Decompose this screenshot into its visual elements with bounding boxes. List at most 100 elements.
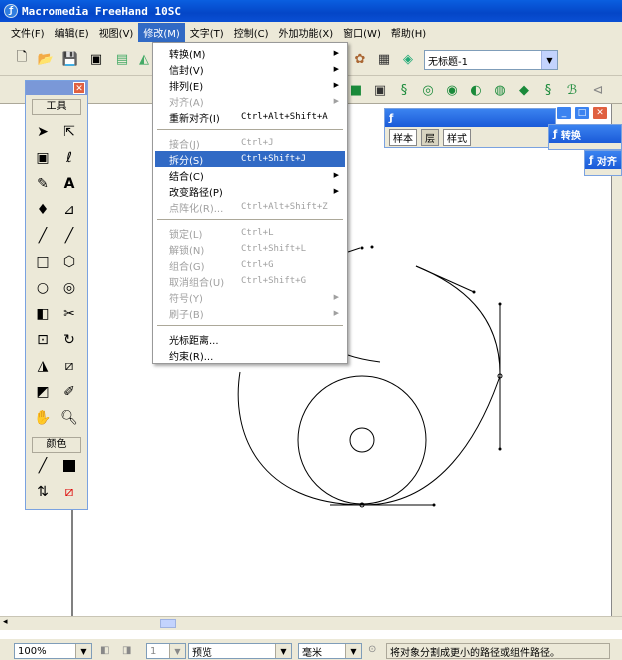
menu-item-unlock[interactable]: 解锁(N) Ctrl+Shift+L (155, 241, 345, 257)
stroke-color-icon[interactable]: ╱ (32, 455, 54, 477)
menu-help[interactable]: 帮助(H) (386, 23, 431, 42)
new-document-icon[interactable]: 🗋 (12, 49, 32, 69)
scale-tool-icon[interactable]: ⊡ (32, 329, 54, 351)
menu-item-ungroup[interactable]: 取消组合(U) Ctrl+Shift+G (155, 273, 345, 289)
path-icon[interactable]: § (394, 80, 414, 100)
intersect-icon[interactable]: ◉ (442, 80, 462, 100)
freeform-tool-icon[interactable]: ✐ (58, 381, 80, 403)
menu-text[interactable]: 文字(T) (185, 23, 229, 42)
skew-tool-icon[interactable]: ⧄ (58, 355, 80, 377)
scroll-thumb[interactable] (160, 619, 176, 628)
menu-item-split[interactable]: 拆分(S) Ctrl+Shift+J (155, 151, 345, 167)
rotate-tool-icon[interactable]: ↻ (58, 329, 80, 351)
close-icon[interactable]: ✕ (73, 82, 85, 94)
align-panel-titlebar[interactable]: ƒ 对齐 (585, 151, 621, 169)
tab-styles[interactable]: 样式 (443, 129, 471, 146)
menu-view[interactable]: 视图(V) (94, 23, 139, 42)
menu-item-rasterize[interactable]: 点阵化(R)... Ctrl+Alt+Shift+Z (155, 199, 345, 215)
document-dropdown[interactable]: 无标题-1 ▼ (424, 50, 558, 70)
envelope-icon[interactable]: ℬ (562, 80, 582, 100)
color-mixer-icon[interactable]: ✿ (350, 49, 370, 69)
crop-icon[interactable]: ◍ (490, 80, 510, 100)
scroll-left-icon[interactable]: ◂ (3, 617, 8, 627)
menu-window[interactable]: 窗口(W) (338, 23, 386, 42)
toolbox-titlebar[interactable]: ✕ (26, 81, 87, 95)
eyedropper-tool-icon[interactable]: ◧ (32, 303, 54, 325)
tab-layers[interactable]: 层 (421, 129, 439, 146)
spiral-tool-icon[interactable]: ◎ (58, 277, 80, 299)
reflect-tool-icon[interactable]: ◮ (32, 355, 54, 377)
save-icon[interactable]: 💾 (60, 49, 80, 69)
first-page-icon[interactable]: ◧ (100, 645, 109, 656)
fill-icon[interactable]: ■ (346, 80, 366, 100)
lasso-tool-icon[interactable]: ℓ (58, 147, 80, 169)
knife-tool-icon[interactable]: ✂ (58, 303, 80, 325)
menu-item-lock[interactable]: 锁定(L) Ctrl+L (155, 225, 345, 241)
export-icon[interactable]: ▤ (112, 49, 132, 69)
trace-tool-icon[interactable]: ◩ (32, 381, 54, 403)
minimize-icon[interactable]: _ (556, 106, 572, 120)
import-icon[interactable]: ▣ (86, 49, 106, 69)
fill-color-swatch[interactable] (58, 455, 80, 477)
menu-item-cursor-distance[interactable]: 光标距离... (155, 331, 345, 347)
polygon-tool-icon[interactable]: ⬡ (58, 251, 80, 273)
units-dropdown[interactable]: 毫米 ▼ (298, 643, 362, 659)
bezigon-tool-icon[interactable]: ⊿ (58, 199, 80, 221)
menu-xtras[interactable]: 外加功能(X) (274, 23, 339, 42)
maximize-icon[interactable]: □ (574, 106, 590, 120)
chevron-down-icon[interactable]: ▼ (169, 644, 185, 658)
text-tool-icon[interactable]: A (58, 173, 80, 195)
open-folder-icon[interactable]: 📂 (36, 49, 56, 69)
page-number-field[interactable]: 1 ▼ (146, 643, 186, 659)
line-tool-icon[interactable]: ╱ (58, 225, 80, 247)
rectangle-tool-icon[interactable]: □ (32, 251, 54, 273)
close-icon[interactable]: ✕ (592, 106, 608, 120)
chevron-down-icon[interactable]: ▼ (75, 644, 91, 658)
menu-edit[interactable]: 编辑(E) (50, 23, 94, 42)
print-icon[interactable]: ◭ (134, 49, 154, 69)
stroke-icon[interactable]: ▣ (370, 80, 390, 100)
menu-item-align[interactable]: 对齐(A) ▶ (155, 93, 345, 109)
chevron-down-icon[interactable]: ▼ (541, 51, 557, 69)
menu-file[interactable]: 文件(F) (6, 23, 50, 42)
transform-panel-titlebar[interactable]: ƒ 转换 (549, 125, 621, 143)
horizontal-scrollbar[interactable]: ◂ (0, 616, 622, 630)
menu-item-envelope[interactable]: 信封(V) ▶ (155, 61, 345, 77)
page-tool-icon[interactable]: ▣ (32, 147, 54, 169)
trap-icon[interactable]: ⊲ (588, 80, 608, 100)
pen-tool-icon[interactable]: ♦ (32, 199, 54, 221)
vertical-scrollbar[interactable] (612, 104, 622, 616)
ellipse-tool-icon[interactable]: ○ (32, 277, 54, 299)
pencil-tool-icon[interactable]: ✎ (32, 173, 54, 195)
blend-icon[interactable]: § (538, 80, 558, 100)
swatches-panel-titlebar[interactable]: ƒ (385, 109, 555, 127)
menu-item-alter-path[interactable]: 改变路径(P) ▶ (155, 183, 345, 199)
layers-icon[interactable]: ◈ (398, 49, 418, 69)
menu-item-brush[interactable]: 刷子(B) ▶ (155, 305, 345, 321)
swatches-icon[interactable]: ▦ (374, 49, 394, 69)
union-icon[interactable]: ◎ (418, 80, 438, 100)
tab-sample[interactable]: 样本 (389, 129, 417, 146)
menu-control[interactable]: 控制(C) (229, 23, 274, 42)
menu-item-join[interactable]: 接合(J) Ctrl+J (155, 135, 345, 151)
prev-page-icon[interactable]: ◨ (122, 645, 131, 656)
punch-icon[interactable]: ◐ (466, 80, 486, 100)
subselect-tool-icon[interactable]: ⇱ (58, 121, 80, 143)
snap-icon[interactable]: ⊙ (368, 644, 376, 655)
menu-item-combine[interactable]: 结合(C) ▶ (155, 167, 345, 183)
no-color-icon[interactable]: ⧄ (58, 481, 80, 503)
menu-item-constrain[interactable]: 约束(R)... (155, 347, 345, 363)
pointer-tool-icon[interactable]: ➤ (32, 121, 54, 143)
chevron-down-icon[interactable]: ▼ (275, 644, 291, 658)
view-mode-dropdown[interactable]: 预览 ▼ (188, 643, 292, 659)
menu-item-group[interactable]: 组合(G) Ctrl+G (155, 257, 345, 273)
menu-item-transform[interactable]: 转换(M) ▶ (155, 45, 345, 61)
zoom-dropdown[interactable]: 100% ▼ (14, 643, 92, 659)
menu-item-symbol[interactable]: 符号(Y) ▶ (155, 289, 345, 305)
zoom-tool-icon[interactable]: 🔍︎ (58, 407, 80, 429)
brush-tool-icon[interactable]: ╱ (32, 225, 54, 247)
menu-modify[interactable]: 修改(M) (138, 22, 185, 42)
menu-item-arrange[interactable]: 排列(E) ▶ (155, 77, 345, 93)
chevron-down-icon[interactable]: ▼ (345, 644, 361, 658)
menu-item-realign[interactable]: 重新对齐(I) Ctrl+Alt+Shift+A (155, 109, 345, 125)
